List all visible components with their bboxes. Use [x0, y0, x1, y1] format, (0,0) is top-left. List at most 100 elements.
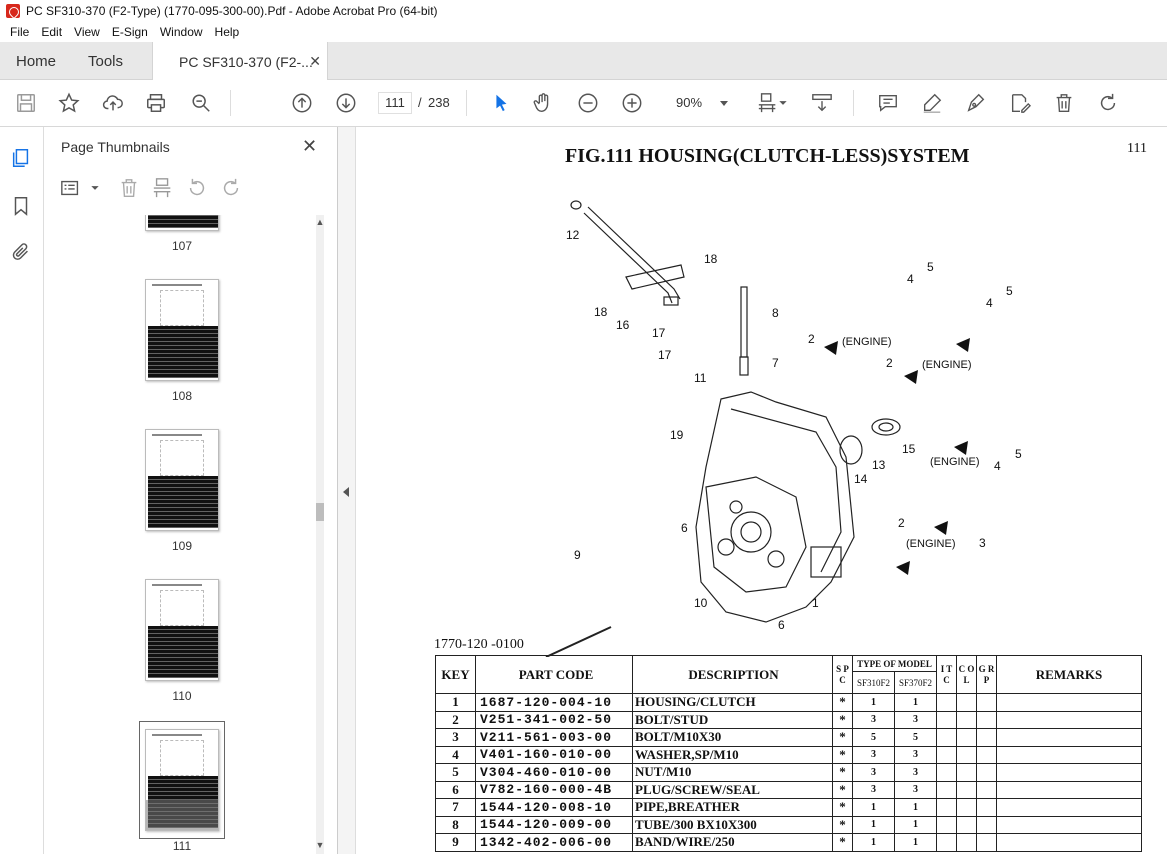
- menu-window[interactable]: Window: [154, 25, 209, 39]
- cell-model-1: 1: [852, 798, 895, 817]
- chevron-down-icon[interactable]: [777, 91, 789, 115]
- page-thumbnails-icon[interactable]: [10, 147, 34, 171]
- cell-part-code: V401-160-010-00: [475, 745, 633, 764]
- edit-pdf-icon[interactable]: [1008, 91, 1032, 115]
- table-row: 9 1342-402-006-00 BAND/WIRE/250 * 1 1: [435, 833, 1142, 852]
- menu-edit[interactable]: Edit: [35, 25, 68, 39]
- cell-description: NUT/M10: [632, 763, 833, 782]
- thumbnail-scrollbar[interactable]: ▲ ▼: [314, 215, 326, 854]
- menu-help[interactable]: Help: [209, 25, 246, 39]
- toolbar: 111 / 238 90%: [0, 80, 1167, 127]
- cell-model-1: 3: [852, 763, 895, 782]
- callout-label: 4: [994, 459, 1001, 473]
- menu-esign[interactable]: E-Sign: [106, 25, 154, 39]
- scroll-mode-icon[interactable]: [810, 91, 834, 115]
- document-view[interactable]: FIG.111 HOUSING(CLUTCH-LESS)SYSTEM 111 1…: [356, 127, 1167, 854]
- callout-label: 13: [872, 458, 886, 472]
- callout-label: 18: [704, 252, 718, 266]
- rotate-ccw-icon[interactable]: [186, 177, 210, 201]
- cell-key: 3: [435, 728, 476, 747]
- select-cursor-icon[interactable]: [489, 91, 513, 115]
- cell-part-code: 1687-120-004-10: [475, 693, 633, 712]
- scrollbar-handle[interactable]: [316, 503, 324, 521]
- delete-page-icon[interactable]: [118, 177, 142, 201]
- tab-home[interactable]: Home: [16, 42, 56, 80]
- callout-label: 6: [681, 521, 688, 535]
- scroll-down-icon[interactable]: ▼: [314, 840, 326, 852]
- cell-description: BOLT/M10X30: [632, 728, 833, 747]
- tab-document-label: PC SF310-370 (F2-...: [179, 53, 313, 70]
- cell-model-2: 1: [894, 693, 937, 712]
- callout-label: 5: [927, 260, 934, 274]
- cell-key: 4: [435, 745, 476, 764]
- thumbnail-page[interactable]: [145, 215, 219, 231]
- cell-model-1: 3: [852, 745, 895, 764]
- cell-model-1: 1: [852, 815, 895, 834]
- menu-file[interactable]: File: [4, 25, 35, 39]
- options-menu-icon[interactable]: [60, 177, 84, 201]
- hand-tool-icon[interactable]: [531, 91, 555, 115]
- callout-label: 10: [694, 596, 708, 610]
- callout-label: 4: [907, 272, 914, 286]
- insert-page-icon[interactable]: [152, 177, 176, 201]
- menu-view[interactable]: View: [68, 25, 106, 39]
- next-page-icon[interactable]: [334, 91, 358, 115]
- zoom-in-icon[interactable]: [620, 91, 644, 115]
- scroll-up-icon[interactable]: ▲: [314, 217, 326, 229]
- cell-part-code: 1544-120-008-10: [475, 798, 633, 817]
- comment-icon[interactable]: [876, 91, 900, 115]
- cell-spc: *: [832, 815, 853, 834]
- table-row: 7 1544-120-008-10 PIPE,BREATHER * 1 1: [435, 798, 1142, 817]
- thumbnail-page-selected[interactable]: [145, 729, 219, 831]
- figure-title: FIG.111 HOUSING(CLUTCH-LESS)SYSTEM: [565, 145, 970, 167]
- cell-model-1: 1: [852, 833, 895, 852]
- tab-document[interactable]: PC SF310-370 (F2-... ✕: [152, 42, 328, 81]
- attachment-icon[interactable]: [10, 241, 34, 265]
- thumbnail-page[interactable]: [145, 279, 219, 381]
- zoom-out-icon[interactable]: [576, 91, 600, 115]
- chevron-down-icon[interactable]: [84, 177, 99, 201]
- cell-spc: *: [832, 745, 853, 764]
- header-type-of-model: TYPE OF MODEL: [852, 655, 937, 672]
- callout-label: 19: [670, 428, 684, 442]
- callout-label: 5: [1015, 447, 1022, 461]
- table-header-row: KEY PART CODE DESCRIPTION S P C TYPE OF …: [435, 655, 1142, 694]
- prev-page-icon[interactable]: [290, 91, 314, 115]
- cell-description: WASHER,SP/M10: [632, 745, 833, 764]
- save-icon[interactable]: [14, 91, 38, 115]
- thumbnail-page[interactable]: [145, 579, 219, 681]
- cell-model-1: 1: [852, 693, 895, 712]
- title-bar: PC SF310-370 (F2-Type) (1770-095-300-00)…: [0, 0, 1167, 22]
- thumbnail-page[interactable]: [145, 429, 219, 531]
- callout-label: 6: [778, 618, 785, 632]
- bookmarks-icon[interactable]: [10, 195, 34, 219]
- acrobat-icon: [6, 4, 20, 18]
- page-number-input[interactable]: 111: [378, 92, 412, 114]
- cell-key: 5: [435, 763, 476, 782]
- rotate-icon[interactable]: [1096, 91, 1120, 115]
- engine-label: (ENGINE): [922, 359, 972, 371]
- delete-icon[interactable]: [1052, 91, 1076, 115]
- highlight-pen-icon[interactable]: [920, 91, 944, 115]
- close-panel-icon[interactable]: ✕: [302, 136, 317, 157]
- zoom-select[interactable]: 90%: [664, 92, 734, 114]
- tab-tools[interactable]: Tools: [88, 42, 123, 80]
- bookmark-star-icon[interactable]: [57, 91, 81, 115]
- menu-bar: File Edit View E-Sign Window Help: [0, 22, 1167, 42]
- close-tab-icon[interactable]: ✕: [309, 53, 321, 70]
- sign-pen-icon[interactable]: [964, 91, 988, 115]
- zoom-search-icon[interactable]: [189, 91, 213, 115]
- cell-key: 6: [435, 780, 476, 799]
- upload-cloud-icon[interactable]: [101, 91, 125, 115]
- catalog-number: 1770-120 -0100: [434, 637, 524, 652]
- collapse-arrow-icon[interactable]: [343, 487, 349, 497]
- print-icon[interactable]: [144, 91, 168, 115]
- rotate-cw-icon[interactable]: [220, 177, 244, 201]
- panel-splitter[interactable]: [338, 127, 356, 854]
- cell-key: 7: [435, 798, 476, 817]
- chevron-down-icon: [720, 101, 728, 106]
- callout-label: 2: [898, 516, 905, 530]
- cell-spc: *: [832, 763, 853, 782]
- toolbar-divider: [853, 90, 854, 116]
- callout-label: 17: [658, 348, 672, 362]
